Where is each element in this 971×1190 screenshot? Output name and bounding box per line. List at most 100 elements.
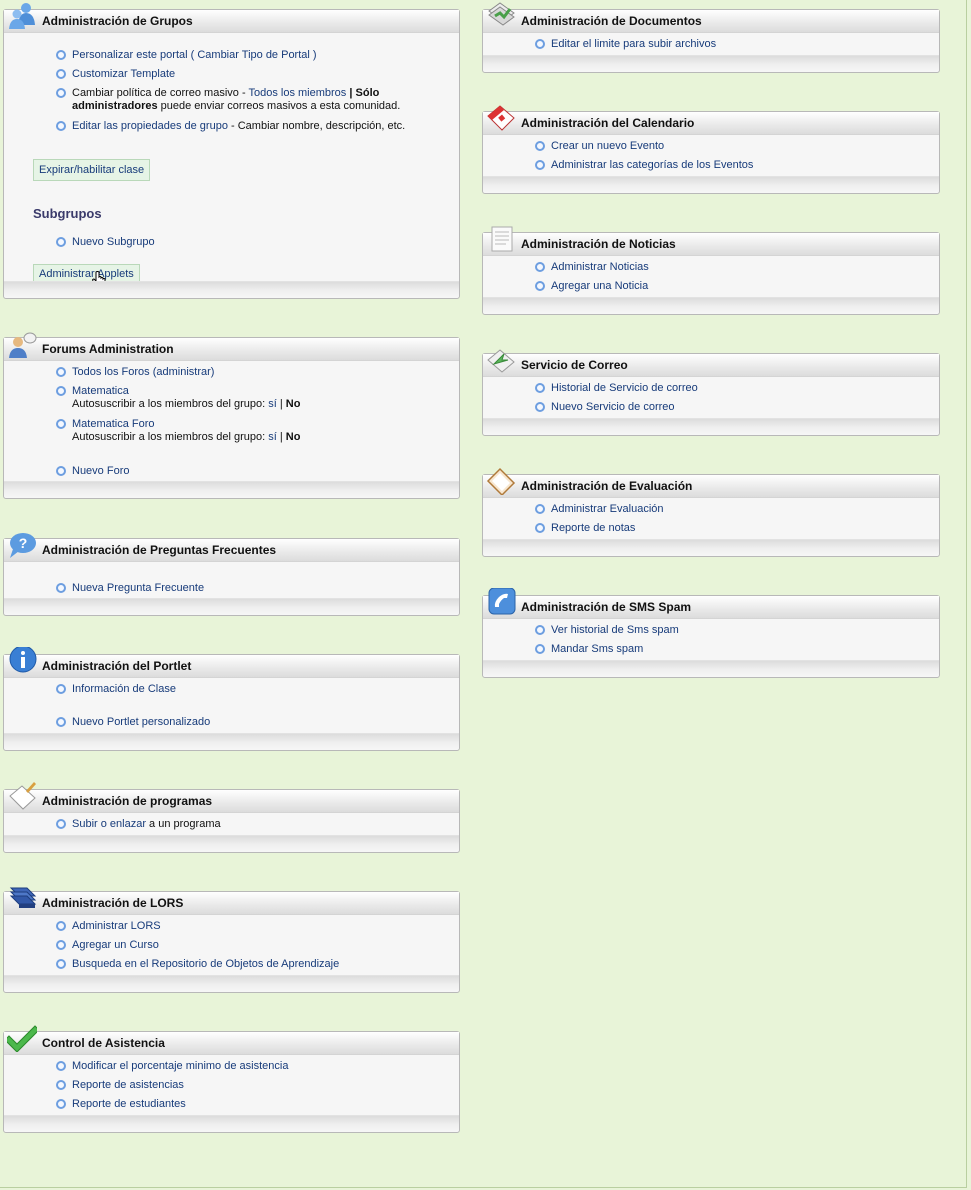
list-item: Crear un nuevo Evento xyxy=(535,140,929,153)
autosuscribir-label: Autosuscribir a los miembros del grupo: xyxy=(72,431,269,443)
panel-faq: ? Administración de Preguntas Frecuentes… xyxy=(3,533,460,616)
modificar-porcentaje-link[interactable]: Modificar el porcentaje minimo de asiste… xyxy=(72,1060,288,1072)
editar-suffix: - Cambiar nombre, descripción, etc. xyxy=(227,120,406,132)
personalizar-portal-link[interactable]: Personalizar este portal xyxy=(72,49,188,61)
todos-miembros-link[interactable]: Todos los miembros xyxy=(248,87,346,99)
panel-title: Administración de SMS Spam xyxy=(521,600,692,614)
list-item: Cambiar política de correo masivo - Todo… xyxy=(56,87,449,113)
panel-footer xyxy=(4,1115,459,1132)
autosuscribir-si-link[interactable]: sí xyxy=(268,431,277,443)
panel-title: Administración de Grupos xyxy=(42,14,193,28)
list-item: Subir o enlazar a un programa xyxy=(56,818,449,831)
folder-icon xyxy=(488,2,515,26)
panel-footer xyxy=(483,55,939,72)
panel-footer xyxy=(4,975,459,992)
panel-title: Administración de Evaluación xyxy=(521,479,693,493)
books-icon xyxy=(9,887,37,908)
list-item: Modificar el porcentaje minimo de asiste… xyxy=(56,1060,449,1073)
panel-title: Administración del Portlet xyxy=(42,659,192,673)
administrar-noticias-link[interactable]: Administrar Noticias xyxy=(551,261,649,273)
administrar-foros-link[interactable]: administrar xyxy=(156,366,210,378)
panel-title: Administración de programas xyxy=(42,794,213,808)
panel-title: Forums Administration xyxy=(42,342,174,356)
panel-footer xyxy=(483,418,939,435)
foro-matematica-link[interactable]: Matematica xyxy=(72,385,129,397)
cambiar-tipo-portal-link[interactable]: Cambiar Tipo de Portal xyxy=(197,49,310,61)
panel-header: Servicio de Correo xyxy=(483,349,939,377)
historial-correo-link[interactable]: Historial de Servicio de correo xyxy=(551,382,698,394)
bullet-icon xyxy=(56,684,66,694)
panel-header: Administración de Evaluación xyxy=(483,467,939,498)
autosuscribir-no: No xyxy=(285,398,301,410)
panel-noticias: Administración de Noticias Administrar N… xyxy=(482,226,940,315)
bullet-icon xyxy=(56,50,66,60)
panel-footer xyxy=(483,660,939,677)
list-item: Información de Clase xyxy=(56,683,449,696)
panel-header: Administración de LORS xyxy=(4,887,459,915)
bullet-icon xyxy=(56,1099,66,1109)
nuevo-correo-link[interactable]: Nuevo Servicio de correo xyxy=(551,401,675,413)
nuevo-foro-link[interactable]: Nuevo Foro xyxy=(72,465,129,477)
panel-correo: Servicio de Correo Historial de Servicio… xyxy=(482,349,940,436)
informacion-clase-link[interactable]: Información de Clase xyxy=(72,683,176,695)
correo-suffix: puede enviar correos masivos a esta comu… xyxy=(157,100,401,112)
list-item: Matematica Foro Autosuscribir a los miem… xyxy=(56,418,449,444)
nueva-pregunta-link[interactable]: Nueva Pregunta Frecuente xyxy=(72,582,204,594)
reporte-notas-link[interactable]: Reporte de notas xyxy=(551,522,635,534)
bullet-icon xyxy=(56,88,66,98)
reporte-estudiantes-link[interactable]: Reporte de estudiantes xyxy=(72,1098,186,1110)
panel-footer xyxy=(483,539,939,556)
administrar-lors-link[interactable]: Administrar LORS xyxy=(72,920,161,932)
administrar-evaluacion-link[interactable]: Administrar Evaluación xyxy=(551,503,664,515)
panel-documentos: Administración de Documentos Editar el l… xyxy=(482,2,940,73)
panel-portlet: Administración del Portlet Información d… xyxy=(3,647,460,751)
list-item: Ver historial de Sms spam xyxy=(535,624,929,637)
nuevo-subgrupo-link[interactable]: Nuevo Subgrupo xyxy=(72,236,155,248)
bullet-icon xyxy=(535,523,545,533)
panel-footer xyxy=(4,481,459,498)
panel-header: Forums Administration xyxy=(4,332,459,361)
reporte-asistencias-link[interactable]: Reporte de asistencias xyxy=(72,1079,184,1091)
svg-text:?: ? xyxy=(19,535,28,551)
foro-matematica-foro-link[interactable]: Matematica Foro xyxy=(72,418,155,430)
panel-footer xyxy=(4,733,459,750)
administrar-categorias-link[interactable]: Administrar las categorías de los Evento… xyxy=(551,159,753,171)
panel-footer xyxy=(483,176,939,193)
list-item: Mandar Sms spam xyxy=(535,643,929,656)
agregar-noticia-link[interactable]: Agregar una Noticia xyxy=(551,280,648,292)
autosuscribir-si-link[interactable]: sí xyxy=(268,398,277,410)
panel-forums: Forums Administration Todos los Foros (a… xyxy=(3,332,460,499)
agregar-curso-link[interactable]: Agregar un Curso xyxy=(72,939,159,951)
expirar-clase-button[interactable]: Expirar/habilitar clase xyxy=(33,159,151,181)
bullet-icon xyxy=(56,921,66,931)
panel-header: Administración del Calendario xyxy=(483,105,939,135)
todos-foros-link[interactable]: Todos los Foros xyxy=(72,366,150,378)
list-item: Administrar las categorías de los Evento… xyxy=(535,159,929,172)
bullet-icon xyxy=(535,281,545,291)
mandar-sms-link[interactable]: Mandar Sms spam xyxy=(551,643,643,655)
autosuscribir-label: Autosuscribir a los miembros del grupo: xyxy=(72,398,269,410)
editar-propiedades-link[interactable]: Editar las propiedades de grupo xyxy=(72,120,228,132)
busqueda-repositorio-link[interactable]: Busqueda en el Repositorio de Objetos de… xyxy=(72,958,339,970)
customizar-template-link[interactable]: Customizar Template xyxy=(72,68,175,80)
users-icon xyxy=(9,3,35,29)
crear-evento-link[interactable]: Crear un nuevo Evento xyxy=(551,140,664,152)
bullet-icon xyxy=(535,504,545,514)
nuevo-portlet-link[interactable]: Nuevo Portlet personalizado xyxy=(72,716,210,728)
subir-enlazar-link[interactable]: Subir o enlazar xyxy=(72,818,146,830)
bullet-icon xyxy=(535,625,545,635)
editar-limite-link[interactable]: Editar el limite para subir archivos xyxy=(551,38,716,50)
list-item: Administrar Noticias xyxy=(535,261,929,274)
ver-historial-sms-link[interactable]: Ver historial de Sms spam xyxy=(551,624,679,636)
bullet-icon xyxy=(56,121,66,131)
panel-footer xyxy=(483,297,939,314)
subgrupos-heading: Subgrupos xyxy=(33,206,102,221)
list-item: Reporte de asistencias xyxy=(56,1079,449,1092)
panel-header: Administración de Grupos xyxy=(4,3,459,33)
panel-grupos: Administración de Grupos Personalizar es… xyxy=(3,3,460,299)
paren-close: ) xyxy=(210,366,215,378)
info-icon xyxy=(9,647,37,673)
list-item: Personalizar este portal ( Cambiar Tipo … xyxy=(56,49,449,62)
panel-title: Servicio de Correo xyxy=(521,358,628,372)
bullet-icon xyxy=(56,1061,66,1071)
